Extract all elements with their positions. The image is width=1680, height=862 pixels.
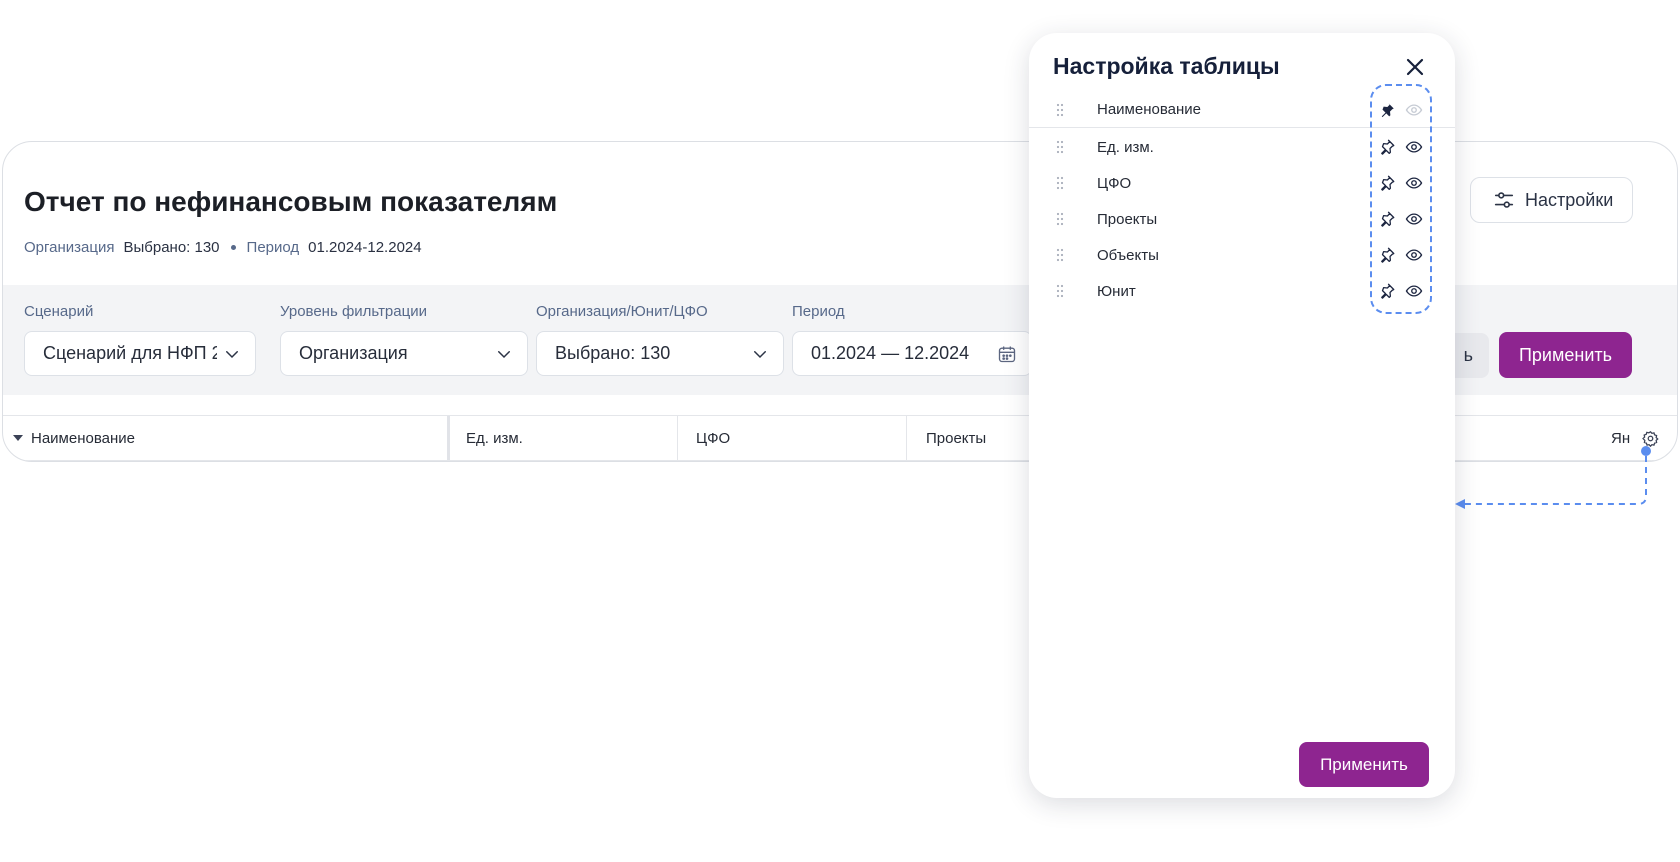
period-date-input[interactable]: 01.2024 — 12.2024 — [792, 331, 1032, 376]
drag-handle-icon[interactable] — [1056, 248, 1064, 262]
calendar-icon[interactable] — [997, 344, 1017, 364]
column-header-label: Ед. изм. — [466, 429, 523, 447]
summary-org-label: Организация — [24, 239, 115, 256]
filter-level-value: Организация — [299, 343, 408, 363]
column-setting-label: Юнит — [1097, 282, 1136, 300]
column-header-label: ЦФО — [696, 429, 731, 447]
org-unit-label: Организация/Юнит/ЦФО — [536, 303, 708, 320]
column-setting-label: ЦФО — [1097, 174, 1132, 192]
column-header-january[interactable]: Ян — [1611, 416, 1641, 460]
apply-filters-button-label: Применить — [1518, 344, 1612, 365]
drag-handle-icon[interactable] — [1056, 284, 1064, 298]
reset-button-label: ь — [1463, 345, 1473, 365]
report-summary: Организация Выбрано: 130 Период 01.2024-… — [24, 239, 422, 256]
apply-filters-button[interactable]: Применить — [1499, 332, 1632, 378]
summary-period-value: 01.2024-12.2024 — [308, 239, 422, 256]
scenario-value: Сценарий для НФП 2024 — [43, 343, 217, 363]
drag-handle-icon[interactable] — [1056, 176, 1064, 190]
column-setting-label: Объекты — [1097, 246, 1159, 264]
scenario-select[interactable]: Сценарий для НФП 2024 — [24, 331, 256, 376]
modal-title: Настройка таблицы — [1053, 53, 1280, 79]
settings-button[interactable]: Настройки — [1470, 177, 1633, 223]
column-setting-label: Ед. изм. — [1097, 138, 1154, 156]
page-title: Отчет по нефинансовым показателям — [24, 186, 558, 217]
period-value: 01.2024 — 12.2024 — [811, 343, 970, 363]
column-setting-label: Наименование — [1097, 101, 1201, 118]
period-label: Период — [792, 303, 845, 320]
filter-level-filter: Уровень фильтрации Организация — [280, 303, 528, 376]
org-unit-filter: Организация/Юнит/ЦФО Выбрано: 130 — [536, 303, 784, 376]
table-settings-modal: Настройка таблицы Наименование Ед. изм. … — [1029, 33, 1455, 798]
org-unit-value: Выбрано: 130 — [555, 343, 671, 363]
separator-dot — [230, 245, 236, 250]
drag-handle-icon[interactable] — [1056, 103, 1064, 117]
column-header-unit[interactable]: Ед. изм. — [450, 416, 678, 460]
column-header-label: Наименование — [31, 429, 135, 447]
column-header-cfo[interactable]: ЦФО — [678, 416, 907, 460]
settings-button-label: Настройки — [1525, 189, 1614, 210]
column-header-label: Проекты — [926, 429, 987, 447]
summary-period-label: Период — [246, 239, 300, 256]
column-header-label: Ян — [1611, 429, 1631, 447]
table-settings-gear-icon[interactable] — [1642, 430, 1659, 447]
summary-org-value: Выбрано: 130 — [123, 239, 220, 256]
chevron-down-icon — [498, 350, 510, 358]
close-icon[interactable] — [1403, 55, 1427, 79]
pin-visibility-highlight — [1370, 84, 1432, 314]
chevron-down-icon — [754, 350, 766, 358]
modal-apply-button[interactable]: Применить — [1299, 742, 1429, 787]
drag-handle-icon[interactable] — [1056, 140, 1064, 154]
sliders-icon — [1494, 192, 1514, 208]
column-header-name[interactable]: Наименование — [3, 416, 450, 460]
drag-handle-icon[interactable] — [1056, 212, 1064, 226]
org-unit-select[interactable]: Выбрано: 130 — [536, 331, 784, 376]
scenario-filter: Сценарий Сценарий для НФП 2024 — [24, 303, 256, 376]
column-setting-label: Проекты — [1097, 210, 1158, 228]
filter-level-label: Уровень фильтрации — [280, 303, 427, 320]
period-filter: Период 01.2024 — 12.2024 — [792, 303, 1032, 376]
chevron-down-icon — [226, 350, 238, 358]
filter-level-select[interactable]: Организация — [280, 331, 528, 376]
modal-apply-button-label: Применить — [1320, 754, 1408, 774]
caret-down-icon[interactable] — [13, 433, 23, 443]
scenario-label: Сценарий — [24, 303, 94, 320]
